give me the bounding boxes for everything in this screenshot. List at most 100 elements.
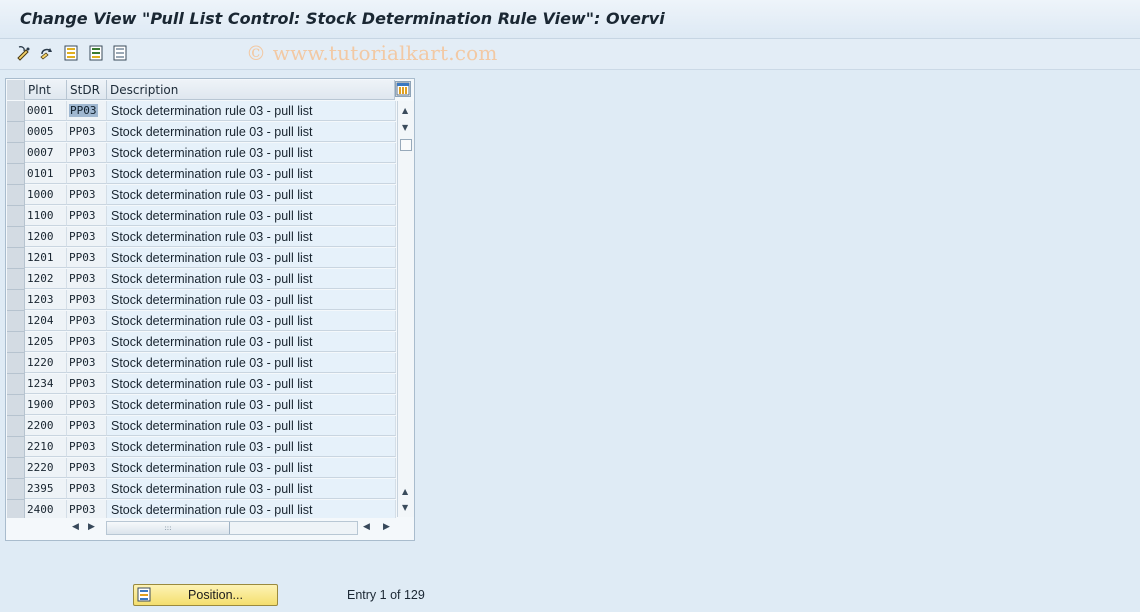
horizontal-scroll-thumb[interactable]: ::: (107, 522, 230, 534)
undo-icon[interactable] (38, 44, 56, 62)
row-selector[interactable] (7, 122, 25, 143)
row-selector[interactable] (7, 437, 25, 458)
display-change-icon[interactable] (15, 44, 33, 62)
plant-cell: 2395 (25, 479, 67, 499)
row-selector[interactable] (7, 164, 25, 185)
scroll-left-icon[interactable]: ◀ (363, 522, 370, 532)
rule-cell[interactable]: PP03 (67, 332, 107, 352)
vertical-scrollbar[interactable]: ▲ ▼ ▲ ▼ (397, 101, 414, 517)
row-selector[interactable] (7, 248, 25, 269)
row-selector[interactable] (7, 458, 25, 479)
table-row[interactable]: 0007 PP03 Stock determination rule 03 - pu… (6, 143, 396, 164)
rule-cell[interactable]: PP03 (67, 101, 107, 121)
table-row[interactable]: 1100 PP03 Stock determination rule 03 - pu… (6, 206, 396, 227)
row-selector[interactable] (7, 332, 25, 353)
column-header-description[interactable]: Description (107, 80, 395, 100)
table-row[interactable]: 1201 PP03 Stock determination rule 03 - pu… (6, 248, 396, 269)
rule-cell[interactable]: PP03 (67, 143, 107, 163)
rule-cell[interactable]: PP03 (67, 248, 107, 268)
row-selector[interactable] (7, 206, 25, 227)
rule-cell[interactable]: PP03 (67, 458, 107, 478)
table-row[interactable]: 2220 PP03 Stock determination rule 03 - pu… (6, 458, 396, 479)
table-row[interactable]: 0005 PP03 Stock determination rule 03 - pu… (6, 122, 396, 143)
table-row[interactable]: 1203 PP03 Stock determination rule 03 - pu… (6, 290, 396, 311)
table-row[interactable]: 1000 PP03 Stock determination rule 03 - pu… (6, 185, 396, 206)
rule-cell[interactable]: PP03 (67, 269, 107, 289)
rule-cell[interactable]: PP03 (67, 479, 107, 499)
plant-cell: 1200 (25, 227, 67, 247)
table-row[interactable]: 0101 PP03 Stock determination rule 03 - pu… (6, 164, 396, 185)
scroll-thumb[interactable] (400, 139, 412, 151)
row-selector[interactable] (7, 185, 25, 206)
row-selector[interactable] (7, 416, 25, 437)
rule-cell[interactable]: PP03 (67, 206, 107, 226)
select-block-icon[interactable] (87, 44, 105, 62)
row-selector[interactable] (7, 479, 25, 500)
table-row[interactable]: 1202 PP03 Stock determination rule 03 - pu… (6, 269, 396, 290)
deselect-all-icon[interactable] (111, 44, 129, 62)
title-bar: Change View "Pull List Control: Stock De… (0, 0, 1140, 39)
plant-cell: 1100 (25, 206, 67, 226)
description-cell: Stock determination rule 03 - pull list (107, 164, 396, 184)
plant-cell: 1000 (25, 185, 67, 205)
table-row[interactable]: 1205 PP03 Stock determination rule 03 - pu… (6, 332, 396, 353)
table-row[interactable]: 1220 PP03 Stock determination rule 03 - pu… (6, 353, 396, 374)
rule-cell[interactable]: PP03 (67, 290, 107, 310)
description-cell: Stock determination rule 03 - pull list (107, 458, 396, 478)
column-header-plant[interactable]: Plnt (25, 80, 67, 100)
table-settings-icon[interactable] (395, 81, 411, 97)
scroll-page-up-icon[interactable]: ▲ (402, 488, 408, 496)
position-button[interactable]: Position... (133, 584, 278, 606)
select-all-corner[interactable] (7, 80, 25, 100)
table-row[interactable]: 1200 PP03 Stock determination rule 03 - pu… (6, 227, 396, 248)
row-selector[interactable] (7, 374, 25, 395)
fixed-scroll-right-icon[interactable]: ▶ (88, 522, 95, 532)
fixed-scroll-left-icon[interactable]: ◀ (72, 522, 79, 532)
description-cell: Stock determination rule 03 - pull list (107, 332, 396, 352)
description-cell: Stock determination rule 03 - pull list (107, 185, 396, 205)
scroll-up-icon[interactable]: ▲ (402, 107, 408, 115)
description-cell: Stock determination rule 03 - pull list (107, 269, 396, 289)
rule-cell[interactable]: PP03 (67, 416, 107, 436)
table-row[interactable]: 1204 PP03 Stock determination rule 03 - pu… (6, 311, 396, 332)
table-row[interactable]: 2395 PP03 Stock determination rule 03 - pu… (6, 479, 396, 500)
rule-cell[interactable]: PP03 (67, 374, 107, 394)
rule-cell[interactable]: PP03 (67, 353, 107, 373)
rule-cell[interactable]: PP03 (67, 185, 107, 205)
description-cell: Stock determination rule 03 - pull list (107, 479, 396, 499)
table-body: 0001 PP03 Stock determination rule 03 - pu… (6, 101, 396, 521)
description-cell: Stock determination rule 03 - pull list (107, 353, 396, 373)
row-selector[interactable] (7, 143, 25, 164)
table-control: Plnt StDR Description 0001 PP03 Stock dete… (5, 78, 415, 541)
select-all-icon[interactable] (62, 44, 80, 62)
plant-cell: 2200 (25, 416, 67, 436)
row-selector[interactable] (7, 311, 25, 332)
horizontal-scroll-track[interactable]: ::: (106, 521, 358, 535)
row-selector[interactable] (7, 290, 25, 311)
scroll-down-icon[interactable]: ▼ (402, 124, 408, 132)
rule-value-selected[interactable]: PP03 (69, 104, 98, 117)
row-selector[interactable] (7, 227, 25, 248)
row-selector[interactable] (7, 269, 25, 290)
window-title: Change View "Pull List Control: Stock De… (20, 9, 665, 28)
table-row[interactable]: 1900 PP03 Stock determination rule 03 - pu… (6, 395, 396, 416)
table-row[interactable]: 1234 PP03 Stock determination rule 03 - pu… (6, 374, 396, 395)
scroll-right-icon[interactable]: ▶ (383, 522, 390, 532)
table-row[interactable]: 2200 PP03 Stock determination rule 03 - pu… (6, 416, 396, 437)
row-selector[interactable] (7, 395, 25, 416)
row-selector[interactable] (7, 353, 25, 374)
table-row[interactable]: 2210 PP03 Stock determination rule 03 - pu… (6, 437, 396, 458)
rule-cell[interactable]: PP03 (67, 395, 107, 415)
column-header-stdr[interactable]: StDR (67, 80, 107, 100)
rule-cell[interactable]: PP03 (67, 122, 107, 142)
table-row[interactable]: 0001 PP03 Stock determination rule 03 - pu… (6, 101, 396, 122)
rule-cell[interactable]: PP03 (67, 164, 107, 184)
rule-cell[interactable]: PP03 (67, 437, 107, 457)
scroll-page-down-icon[interactable]: ▼ (402, 504, 408, 512)
rule-cell[interactable]: PP03 (67, 311, 107, 331)
plant-cell: 0005 (25, 122, 67, 142)
rule-cell[interactable]: PP03 (67, 500, 107, 520)
plant-cell: 1900 (25, 395, 67, 415)
row-selector[interactable] (7, 101, 25, 122)
rule-cell[interactable]: PP03 (67, 227, 107, 247)
